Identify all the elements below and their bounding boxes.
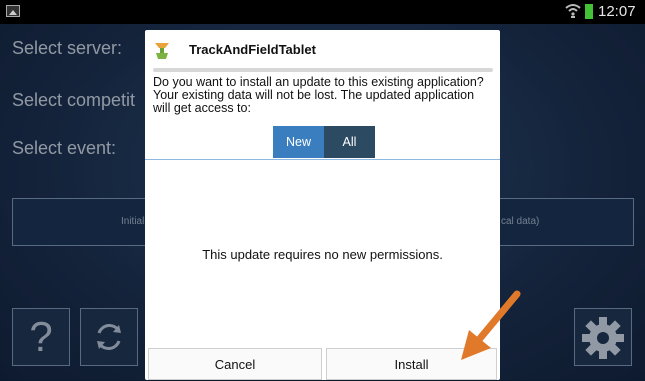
tab-all[interactable]: All bbox=[324, 126, 375, 158]
image-notification-icon bbox=[6, 5, 20, 17]
install-update-dialog: TrackAndFieldTablet Do you want to insta… bbox=[145, 30, 500, 380]
orange-pointer-arrow-icon bbox=[461, 290, 521, 360]
dialog-title-bar: TrackAndFieldTablet bbox=[145, 30, 500, 66]
app-icon bbox=[155, 43, 169, 59]
dialog-message: Do you want to install an update to this… bbox=[153, 75, 484, 115]
dialog-button-row: Cancel Install bbox=[145, 348, 500, 380]
battery-icon bbox=[585, 4, 593, 19]
permissions-text: This update requires no new permissions. bbox=[202, 247, 443, 262]
progress-bar bbox=[153, 68, 493, 72]
dialog-title: TrackAndFieldTablet bbox=[189, 42, 316, 57]
status-bar: 12:07 bbox=[0, 0, 645, 24]
tab-new[interactable]: New bbox=[273, 126, 324, 158]
tab-divider bbox=[145, 159, 500, 160]
clock: 12:07 bbox=[598, 3, 636, 20]
wifi-icon bbox=[565, 4, 581, 18]
cancel-button[interactable]: Cancel bbox=[148, 348, 322, 380]
